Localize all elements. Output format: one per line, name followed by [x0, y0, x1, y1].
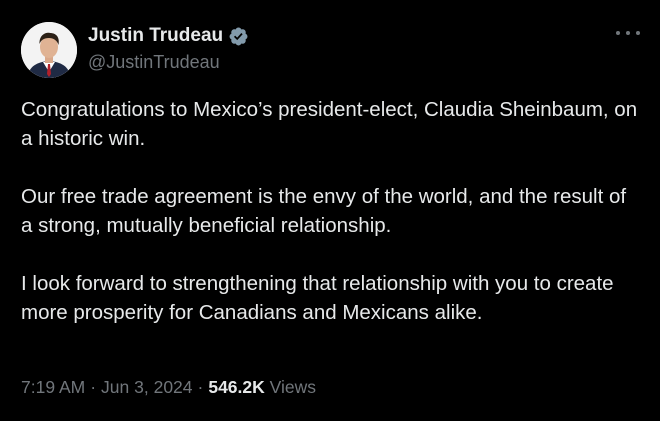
tweet-paragraph: Congratulations to Mexico’s president-el… [21, 98, 638, 150]
tweet-paragraph: Our free trade agreement is the envy of … [21, 185, 627, 237]
tweet-meta: 7:19 AM · Jun 3, 2024 · 546.2K Views [21, 377, 316, 398]
more-dot [636, 31, 640, 35]
more-options-icon[interactable] [616, 26, 640, 40]
avatar[interactable] [21, 22, 77, 78]
verified-badge-icon[interactable] [228, 26, 249, 47]
tweet-card: Justin Trudeau @JustinTrudeau Congratula… [0, 0, 660, 421]
meta-separator: · [197, 377, 204, 397]
more-dot [626, 31, 630, 35]
views-count[interactable]: 546.2K [208, 377, 264, 397]
views-label: Views [269, 377, 317, 397]
tweet-text: Congratulations to Mexico’s president-el… [21, 95, 641, 327]
meta-separator: · [90, 377, 97, 397]
author-name-row: Justin Trudeau [88, 23, 249, 49]
tweet-paragraph: I look forward to strengthening that rel… [21, 272, 614, 324]
tweet-time[interactable]: 7:19 AM [21, 377, 85, 397]
avatar-photo [21, 22, 77, 78]
more-dot [616, 31, 620, 35]
author-display-name[interactable]: Justin Trudeau [88, 25, 223, 47]
author-handle[interactable]: @JustinTrudeau [88, 52, 220, 73]
tweet-date[interactable]: Jun 3, 2024 [101, 377, 192, 397]
